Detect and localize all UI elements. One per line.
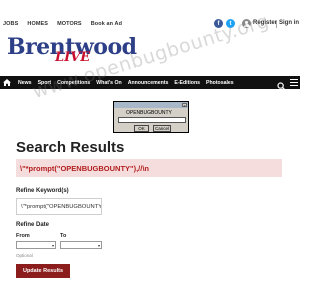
date-label: Refine Date	[16, 222, 50, 228]
page-title: Search Results	[16, 139, 125, 156]
signin-link[interactable]: Sign in	[279, 20, 299, 26]
toplink-homes[interactable]: HOMES	[27, 21, 48, 27]
to-date-select[interactable]	[60, 241, 102, 249]
home-icon[interactable]	[0, 76, 14, 89]
search-icon[interactable]	[277, 78, 286, 91]
dialog-input[interactable]	[118, 117, 186, 123]
divider	[276, 20, 277, 28]
search-query-text: \"*prompt("OPENBUGBOUNTY"),//\n	[20, 163, 149, 173]
nav-item-news[interactable]: News	[18, 80, 32, 86]
prompt-dialog: × OPENBUGBOUNTY OK Cancel	[113, 101, 189, 133]
menu-icon[interactable]	[290, 79, 298, 86]
toplink-book-an-ad[interactable]: Book an Ad	[91, 21, 122, 27]
nav-item-announcements[interactable]: Announcements	[128, 80, 169, 86]
ok-button[interactable]: OK	[134, 125, 149, 132]
nav-items: News Sport Competitions What's On Announ…	[14, 80, 234, 86]
nav-item-sport[interactable]: Sport	[38, 80, 52, 86]
social-links: f t	[214, 19, 235, 28]
toplink-motors[interactable]: MOTORS	[57, 21, 82, 27]
optional-note: Optional	[16, 253, 33, 258]
keyword-input[interactable]: \"*prompt("OPENBUGBOUNTY"),//\n	[16, 198, 102, 215]
cancel-button[interactable]: Cancel	[153, 125, 171, 132]
to-label: To	[60, 233, 67, 239]
close-icon[interactable]: ×	[182, 103, 187, 108]
keyword-label: Refine Keyword(s)	[16, 188, 69, 194]
nav-item-competitions[interactable]: Competitions	[57, 80, 90, 86]
nav-item-photosales[interactable]: Photosales	[206, 80, 234, 86]
search-query-banner: \"*prompt("OPENBUGBOUNTY"),//\n	[16, 159, 282, 177]
top-links: JOBS HOMES MOTORS Book an Ad	[3, 21, 122, 27]
main-nav: News Sport Competitions What's On Announ…	[0, 76, 300, 91]
logo-live-mark: LIVE	[55, 50, 91, 65]
facebook-icon[interactable]: f	[214, 19, 223, 28]
chevron-down-icon	[98, 244, 100, 247]
from-label: From	[16, 233, 30, 239]
update-results-button[interactable]: Update Results	[16, 264, 70, 278]
site-logo[interactable]: Brentwood LIVE	[7, 36, 137, 64]
dialog-message: OPENBUGBOUNTY	[126, 110, 172, 116]
toplink-jobs[interactable]: JOBS	[3, 21, 18, 27]
register-link[interactable]: Register	[253, 20, 277, 26]
dialog-titlebar: ×	[114, 102, 188, 108]
nav-item-e-editions[interactable]: E-Editions	[174, 80, 200, 86]
from-date-select[interactable]	[16, 241, 56, 249]
nav-item-whats-on[interactable]: What's On	[96, 80, 121, 86]
twitter-icon[interactable]: t	[226, 19, 235, 28]
chevron-down-icon	[52, 244, 54, 247]
top-utility-bar: JOBS HOMES MOTORS Book an Ad f t Registe…	[0, 0, 300, 34]
user-icon	[242, 19, 251, 28]
